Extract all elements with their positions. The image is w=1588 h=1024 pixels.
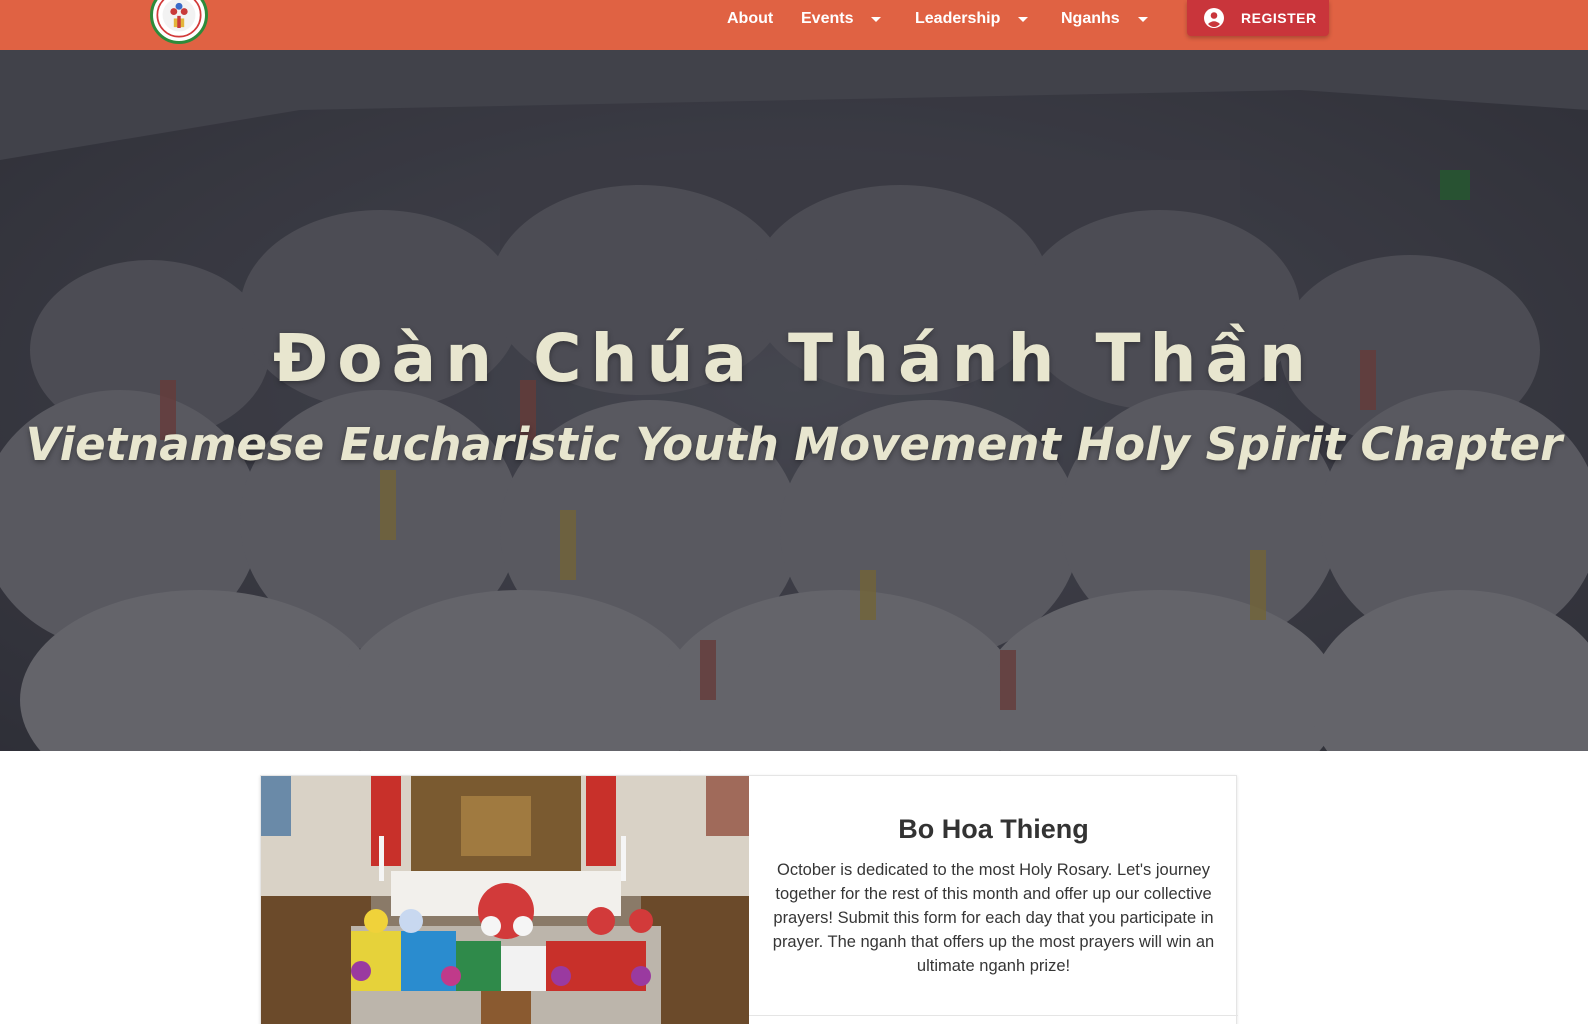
logo-emblem-icon xyxy=(154,0,204,40)
hero-title: Đoàn Chúa Thánh Thần xyxy=(272,320,1316,397)
register-label: REGISTER xyxy=(1241,10,1317,26)
nav-item-about[interactable]: About xyxy=(727,0,773,38)
top-navbar: About Events Leadership Nganhs REGISTER xyxy=(0,0,1588,50)
caret-down-icon xyxy=(871,16,882,22)
hero-overlay xyxy=(0,50,1588,751)
register-button[interactable]: REGISTER xyxy=(1187,0,1329,36)
card-body: Bo Hoa Thieng October is dedicated to th… xyxy=(749,776,1238,1016)
nav-item-events[interactable]: Events xyxy=(801,0,882,38)
user-circle-icon xyxy=(1204,8,1224,28)
altar-flowers-photo xyxy=(261,776,749,1024)
chapter-logo[interactable] xyxy=(150,0,208,44)
nav-item-label: Events xyxy=(801,10,854,27)
nav-item-label: Leadership xyxy=(915,10,1001,27)
card-title: Bo Hoa Thieng xyxy=(898,814,1089,844)
hero-banner: Đoàn Chúa Thánh Thần Vietnamese Eucharis… xyxy=(0,50,1588,751)
nav-item-nganhs[interactable]: Nganhs xyxy=(1061,0,1148,38)
caret-down-icon xyxy=(1137,16,1148,22)
featured-card: Bo Hoa Thieng October is dedicated to th… xyxy=(260,775,1238,1024)
hero-subtitle: Vietnamese Eucharistic Youth Movement Ho… xyxy=(25,418,1563,471)
card-description: October is dedicated to the most Holy Ro… xyxy=(772,861,1215,975)
nav-item-label: About xyxy=(727,10,774,27)
nav-item-label: Nganhs xyxy=(1061,10,1120,27)
caret-down-icon xyxy=(1018,16,1029,22)
nav-item-leadership[interactable]: Leadership xyxy=(915,0,1029,38)
